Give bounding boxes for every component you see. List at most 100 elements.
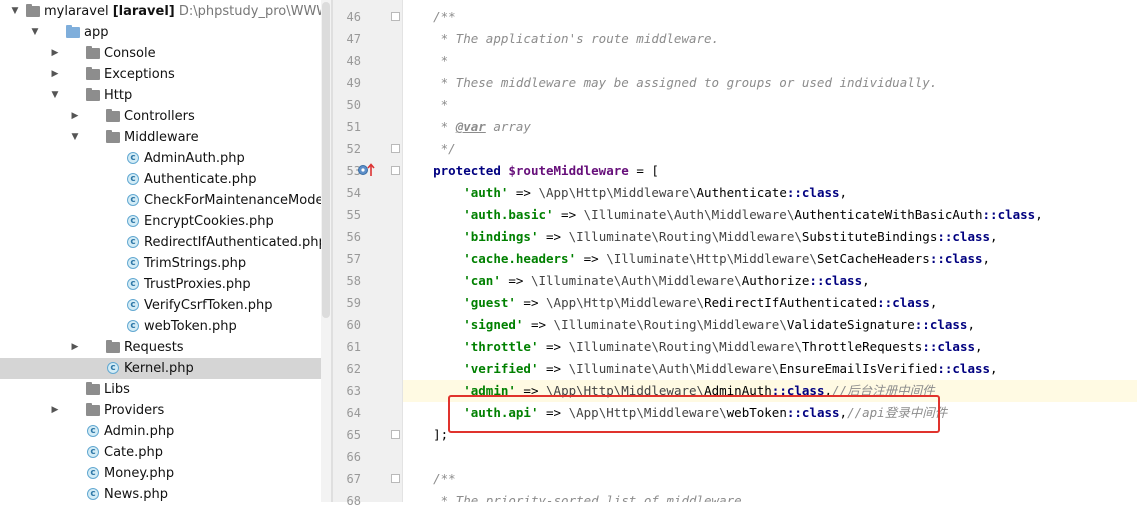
line-number: 50 bbox=[346, 98, 361, 112]
chevron-right-icon[interactable]: ▶ bbox=[70, 337, 80, 358]
chevron-right-icon[interactable]: ▶ bbox=[50, 400, 60, 421]
tree-item-label: Http bbox=[104, 88, 133, 103]
folder-icon bbox=[86, 88, 100, 101]
chevron-down-icon[interactable]: ▼ bbox=[50, 85, 60, 106]
fold-marker-icon[interactable] bbox=[391, 166, 400, 175]
chevron-right-icon[interactable]: ▶ bbox=[50, 64, 60, 85]
tree-item[interactable]: c Admin.php bbox=[0, 421, 331, 442]
tree-item-label: Middleware bbox=[124, 130, 199, 145]
tree-item-label: Money.php bbox=[104, 466, 175, 481]
tree-item-label: CheckForMaintenanceMode.php bbox=[144, 193, 331, 208]
fold-marker-icon[interactable] bbox=[391, 474, 400, 483]
php-class-file-icon: c bbox=[87, 446, 99, 458]
folder-icon bbox=[86, 67, 100, 80]
tree-item-label: EncryptCookies.php bbox=[144, 214, 274, 229]
tree-item-label: RedirectIfAuthenticated.php bbox=[144, 235, 327, 250]
line-number: 58 bbox=[346, 274, 361, 288]
line-number: 54 bbox=[346, 186, 361, 200]
tree-item[interactable]: c VerifyCsrfToken.php bbox=[0, 295, 331, 316]
chevron-down-icon[interactable]: ▼ bbox=[70, 127, 80, 148]
fold-marker-icon[interactable] bbox=[391, 12, 400, 21]
middleware-entry-line: 'verified' => \Illuminate\Auth\Middlewar… bbox=[463, 361, 998, 376]
tree-item[interactable]: c CheckForMaintenanceMode.php bbox=[0, 190, 331, 211]
tree-item[interactable]: ▼ app bbox=[0, 22, 331, 43]
line-number: 48 bbox=[346, 54, 361, 68]
middleware-entry-line: 'throttle' => \Illuminate\Routing\Middle… bbox=[463, 339, 983, 354]
line-number: 63 bbox=[346, 384, 361, 398]
fold-marker-icon[interactable] bbox=[391, 144, 400, 153]
line-number: 51 bbox=[346, 120, 361, 134]
line-number: 67 bbox=[346, 472, 361, 486]
code-line-67: /** bbox=[433, 471, 456, 486]
line-number: 52 bbox=[346, 142, 361, 156]
php-class-file-icon: c bbox=[127, 257, 139, 269]
tree-item[interactable]: c RedirectIfAuthenticated.php bbox=[0, 232, 331, 253]
tree-item-label: TrimStrings.php bbox=[144, 256, 247, 271]
project-root-path: D:\phpstudy_pro\WWW\myla bbox=[178, 4, 331, 19]
middleware-entry-line: 'guest' => \App\Http\Middleware\Redirect… bbox=[463, 295, 938, 310]
folder-icon bbox=[106, 340, 120, 353]
code-line-68: * The priority-sorted list of middleware… bbox=[433, 493, 750, 502]
tree-item[interactable]: c TrustProxies.php bbox=[0, 274, 331, 295]
tree-item-label: app bbox=[84, 25, 109, 40]
tree-item-label: VerifyCsrfToken.php bbox=[144, 298, 273, 313]
line-number: 61 bbox=[346, 340, 361, 354]
tree-item[interactable]: ▶ Exceptions bbox=[0, 64, 331, 85]
line-number: 57 bbox=[346, 252, 361, 266]
code-line-47: * The application's route middleware. bbox=[433, 31, 720, 46]
php-class-file-icon: c bbox=[127, 173, 139, 185]
tree-item[interactable]: c EncryptCookies.php bbox=[0, 211, 331, 232]
tree-item[interactable]: ▼ Middleware bbox=[0, 127, 331, 148]
php-class-file-icon: c bbox=[127, 320, 139, 332]
override-marker-icon[interactable] bbox=[357, 163, 377, 177]
tree-item[interactable]: c AdminAuth.php bbox=[0, 148, 331, 169]
tree-item[interactable]: ▶ Requests bbox=[0, 337, 331, 358]
tree-item[interactable]: c Cate.php bbox=[0, 442, 331, 463]
tree-item[interactable]: c TrimStrings.php bbox=[0, 253, 331, 274]
code-line-51: * @var array bbox=[433, 119, 531, 134]
line-number: 60 bbox=[346, 318, 361, 332]
project-tree: ▼ mylaravel [laravel] D:\phpstudy_pro\WW… bbox=[0, 0, 331, 502]
tree-scrollbar-thumb[interactable] bbox=[322, 2, 330, 318]
tree-item[interactable]: c Money.php bbox=[0, 463, 331, 484]
tree-item-label: Authenticate.php bbox=[144, 172, 257, 187]
tree-item[interactable]: Libs bbox=[0, 379, 331, 400]
middleware-entry-line: 'bindings' => \Illuminate\Routing\Middle… bbox=[463, 229, 998, 244]
tree-root-row[interactable]: ▼ mylaravel [laravel] D:\phpstudy_pro\WW… bbox=[0, 1, 331, 22]
folder-icon bbox=[26, 4, 40, 17]
tree-item[interactable]: ▶ Providers bbox=[0, 400, 331, 421]
middleware-entry-line: 'auth.basic' => \Illuminate\Auth\Middlew… bbox=[463, 207, 1043, 222]
chevron-down-icon[interactable]: ▼ bbox=[30, 22, 40, 43]
php-class-file-icon: c bbox=[87, 467, 99, 479]
tree-item[interactable]: ▶ Console bbox=[0, 43, 331, 64]
tree-item[interactable]: c News.php bbox=[0, 484, 331, 502]
php-class-file-icon: c bbox=[87, 488, 99, 500]
php-class-file-icon: c bbox=[127, 152, 139, 164]
php-class-file-icon: c bbox=[87, 425, 99, 437]
tree-item-label: Cate.php bbox=[104, 445, 164, 460]
line-number: 66 bbox=[346, 450, 361, 464]
chevron-down-icon[interactable]: ▼ bbox=[10, 1, 20, 22]
tree-item[interactable]: c Kernel.php bbox=[0, 358, 331, 379]
tree-item-label: Kernel.php bbox=[124, 361, 194, 376]
chevron-right-icon[interactable]: ▶ bbox=[50, 43, 60, 64]
tree-item-label: Providers bbox=[104, 403, 165, 418]
line-number: 46 bbox=[346, 10, 361, 24]
tree-item[interactable]: c webToken.php bbox=[0, 316, 331, 337]
folder-icon bbox=[86, 403, 100, 416]
folder-icon bbox=[106, 130, 120, 143]
middleware-entry-line: 'auth' => \App\Http\Middleware\Authentic… bbox=[463, 185, 848, 200]
fold-marker-icon[interactable] bbox=[391, 430, 400, 439]
tree-item-label: Admin.php bbox=[104, 424, 175, 439]
tree-item[interactable]: ▶ Controllers bbox=[0, 106, 331, 127]
editor-gutter: 46 47 48 49 50 51 52 53 54 55 56 57 58 59 60 61 62 63 64 65… bbox=[333, 0, 402, 508]
tree-item[interactable]: c Authenticate.php bbox=[0, 169, 331, 190]
tree-item-label: News.php bbox=[104, 487, 169, 502]
tree-item[interactable]: ▼ Http bbox=[0, 85, 331, 106]
tree-item-label: webToken.php bbox=[144, 319, 237, 334]
chevron-right-icon[interactable]: ▶ bbox=[70, 106, 80, 127]
middleware-entry-line: 'can' => \Illuminate\Auth\Middleware\Aut… bbox=[463, 273, 870, 288]
tree-scrollbar[interactable] bbox=[321, 0, 331, 502]
code-line-52: */ bbox=[433, 141, 456, 156]
